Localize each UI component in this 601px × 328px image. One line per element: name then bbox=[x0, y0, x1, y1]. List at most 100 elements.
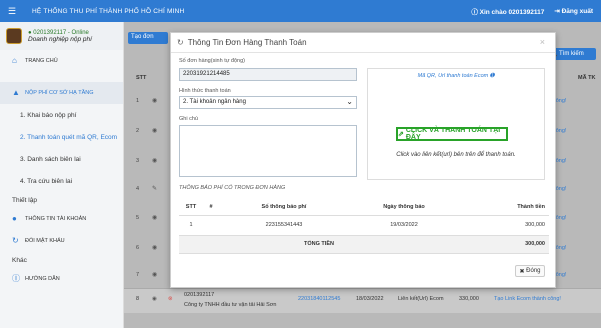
row-date: 18/03/2022 bbox=[356, 296, 384, 302]
table-header-row: STT # Số thông báo phí Ngày thông báo Th… bbox=[179, 199, 549, 216]
total-value: 300,000 bbox=[459, 235, 549, 254]
sidebar-item-label: HƯỚNG DẪN bbox=[25, 276, 60, 282]
eye-icon[interactable]: ◉ bbox=[152, 296, 157, 302]
user-icon: ● bbox=[12, 214, 17, 223]
greeting-text: Xin chào 0201392117 bbox=[479, 9, 545, 16]
logout-label: Đăng xuất bbox=[561, 8, 593, 15]
cell-amount: 300,000 bbox=[459, 215, 549, 236]
modal-title: Thông Tin Đơn Hàng Thanh Toán bbox=[187, 38, 307, 47]
user-status: ● 0201392117 - Online bbox=[28, 29, 89, 36]
sidebar-item-label: NỘP PHÍ CƠ SỞ HẠ TẦNG bbox=[25, 90, 94, 96]
col-hash: # bbox=[203, 199, 219, 216]
order-number-field[interactable]: 22031921214485 bbox=[179, 68, 357, 81]
close-button[interactable]: ✖ Đóng bbox=[515, 265, 545, 277]
stt-column-header: STT bbox=[136, 75, 147, 81]
cell-hash bbox=[203, 215, 219, 236]
pay-now-label: CLICK VÀ THANH TOÁN TẠI ĐÂY bbox=[405, 127, 501, 141]
cell-notice-date: 19/03/2022 bbox=[349, 215, 459, 236]
sidebar-item-password[interactable]: ↻ ĐỔI MẬT KHẨU bbox=[0, 230, 123, 252]
eye-icon[interactable]: ◉ bbox=[152, 97, 157, 104]
external-link-icon: ⇗ bbox=[398, 131, 404, 138]
row-number: 4 bbox=[136, 186, 140, 192]
row-amount: 330,000 bbox=[459, 296, 479, 302]
sidebar-item-label: TRANG CHỦ bbox=[25, 58, 58, 64]
pay-instruction: Click vào liên kết(url) bên trên để than… bbox=[396, 152, 516, 158]
fee-table: STT # Số thông báo phí Ngày thông báo Th… bbox=[179, 199, 549, 254]
modal-header: ↻ Thông Tin Đơn Hàng Thanh Toán bbox=[171, 33, 555, 53]
eye-icon[interactable]: ◉ bbox=[152, 127, 157, 134]
sidebar-item-guide[interactable]: ⓘ HƯỚNG DẪN bbox=[0, 268, 123, 290]
sidebar-sub-label: 1. Khai báo nộp phí bbox=[20, 111, 77, 119]
total-row: TỔNG TIỀN 300,000 bbox=[179, 235, 549, 254]
table-row: 8 ◉ ⊗ 0201392117 Công ty TNHH đầu tư vận… bbox=[124, 288, 601, 313]
qr-url-label: Mã QR, Url thanh toán Ecom bbox=[417, 73, 489, 79]
logout-button[interactable]: ⇥ Đăng xuất bbox=[554, 7, 593, 15]
row-id: 0201392117 bbox=[184, 292, 215, 298]
col-amount: Thành tiền bbox=[459, 199, 549, 216]
close-label: Đóng bbox=[526, 268, 541, 274]
row-company: Công ty TNHH đầu tư vận tải Hải Sơn bbox=[184, 302, 277, 308]
avatar bbox=[6, 28, 22, 44]
sidebar-item-account[interactable]: ● THÔNG TIN TÀI KHOẢN bbox=[0, 208, 123, 230]
cell-notice-number: 223155341443 bbox=[219, 215, 349, 236]
sidebar-sub-label: 2. Thanh toán quét mã QR, Ecom bbox=[20, 133, 118, 141]
sidebar-item-home[interactable]: ⌂ TRANG CHỦ bbox=[0, 50, 123, 72]
sidebar: ● 0201392117 - Online Doanh nghiệp nộp p… bbox=[0, 22, 124, 328]
payment-panel: Mã QR, Url thanh toán Ecom ➊ ⇗ CLICK VÀ … bbox=[367, 68, 545, 180]
delete-icon[interactable]: ⊗ bbox=[168, 296, 173, 302]
add-order-label: Tạo đơn bbox=[131, 34, 154, 40]
qr-url-link[interactable]: Mã QR, Url thanh toán Ecom ➊ bbox=[368, 73, 544, 79]
app-title: HỆ THỐNG THU PHÍ THÀNH PHỐ HỒ CHÍ MINH bbox=[32, 7, 185, 15]
row-code[interactable]: 22031840112545 bbox=[298, 296, 340, 302]
greeting[interactable]: ⓘ Xin chào 0201392117 bbox=[471, 6, 544, 16]
search-label: Tìm kiếm bbox=[559, 51, 584, 57]
refresh-icon: ↻ bbox=[177, 38, 184, 47]
col-notice-number: Số thông báo phí bbox=[219, 199, 349, 216]
top-bar: ☰ HỆ THỐNG THU PHÍ THÀNH PHỐ HỒ CHÍ MINH… bbox=[0, 0, 601, 22]
edit-icon[interactable]: ✎ bbox=[152, 185, 157, 192]
info-icon: ➊ bbox=[489, 73, 495, 79]
fee-section-title: THÔNG BÁO PHÍ CÓ TRONG ĐƠN HÀNG bbox=[179, 185, 286, 191]
add-order-button[interactable]: Tạo đơn bbox=[128, 32, 168, 44]
sidebar-sub-receipts[interactable]: 3. Danh sách biên lai bbox=[0, 148, 123, 170]
eye-icon[interactable]: ◉ bbox=[152, 214, 157, 221]
close-icon: ✖ bbox=[519, 268, 525, 275]
table-row: 1 223155341443 19/03/2022 300,000 bbox=[179, 215, 549, 236]
eye-icon[interactable]: ◉ bbox=[152, 271, 157, 278]
sidebar-sub-declare[interactable]: 1. Khai báo nộp phí bbox=[0, 104, 123, 126]
sidebar-sub-label: 4. Tra cứu biên lai bbox=[20, 177, 73, 185]
row-number: 1 bbox=[136, 98, 140, 104]
row-number: 3 bbox=[136, 158, 140, 164]
sidebar-sub-lookup[interactable]: 4. Tra cứu biên lai bbox=[0, 170, 123, 192]
row-number: 5 bbox=[136, 215, 140, 221]
note-textarea[interactable] bbox=[179, 125, 357, 177]
section-other: Khác bbox=[12, 256, 27, 264]
close-icon[interactable]: × bbox=[540, 37, 545, 47]
code-column-header: MÃ TK bbox=[578, 75, 596, 81]
row-number: 8 bbox=[136, 296, 140, 302]
home-icon: ⌂ bbox=[12, 56, 17, 65]
row-method: Liên kết(Url) Ecom bbox=[398, 296, 444, 302]
sidebar-sub-payment[interactable]: 2. Thanh toán quét mã QR, Ecom bbox=[0, 126, 123, 148]
row-status-link[interactable]: Tạo Link Ecom thành công! bbox=[494, 296, 561, 302]
user-panel: ● 0201392117 - Online Doanh nghiệp nộp p… bbox=[0, 22, 123, 50]
cell-stt: 1 bbox=[179, 215, 203, 236]
row-number: 6 bbox=[136, 245, 140, 251]
info-icon: ⓘ bbox=[12, 274, 20, 283]
menu-icon[interactable]: ☰ bbox=[8, 6, 22, 17]
row-number: 2 bbox=[136, 128, 140, 134]
eye-icon[interactable]: ◉ bbox=[152, 157, 157, 164]
payment-method-select[interactable]: 2. Tài khoản ngân hàng bbox=[179, 96, 357, 109]
payment-modal: ↻ Thông Tin Đơn Hàng Thanh Toán × Số đơn… bbox=[170, 32, 556, 288]
eye-icon[interactable]: ◉ bbox=[152, 244, 157, 251]
note-label: Ghi chú bbox=[179, 116, 198, 122]
method-label: Hình thức thanh toán bbox=[179, 88, 231, 94]
total-label: TỔNG TIỀN bbox=[179, 235, 459, 254]
sidebar-sub-label: 3. Danh sách biên lai bbox=[20, 155, 81, 163]
sidebar-item-label: THÔNG TIN TÀI KHOẢN bbox=[25, 216, 87, 222]
bank-icon: ▲ bbox=[12, 88, 20, 97]
col-stt: STT bbox=[179, 199, 203, 216]
sidebar-item-fees[interactable]: ▲ NỘP PHÍ CƠ SỞ HẠ TẦNG bbox=[0, 82, 123, 104]
pay-now-button[interactable]: ⇗ CLICK VÀ THANH TOÁN TẠI ĐÂY bbox=[396, 127, 508, 141]
sidebar-item-label: ĐỔI MẬT KHẨU bbox=[25, 238, 65, 244]
